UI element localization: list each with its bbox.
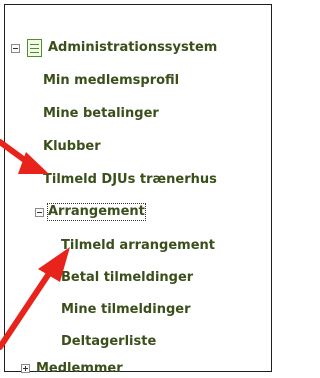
annotation-arrows: [0, 139, 70, 350]
arrow-to-trænerhus: [0, 139, 49, 174]
arrow-to-arrangement: [0, 247, 70, 350]
